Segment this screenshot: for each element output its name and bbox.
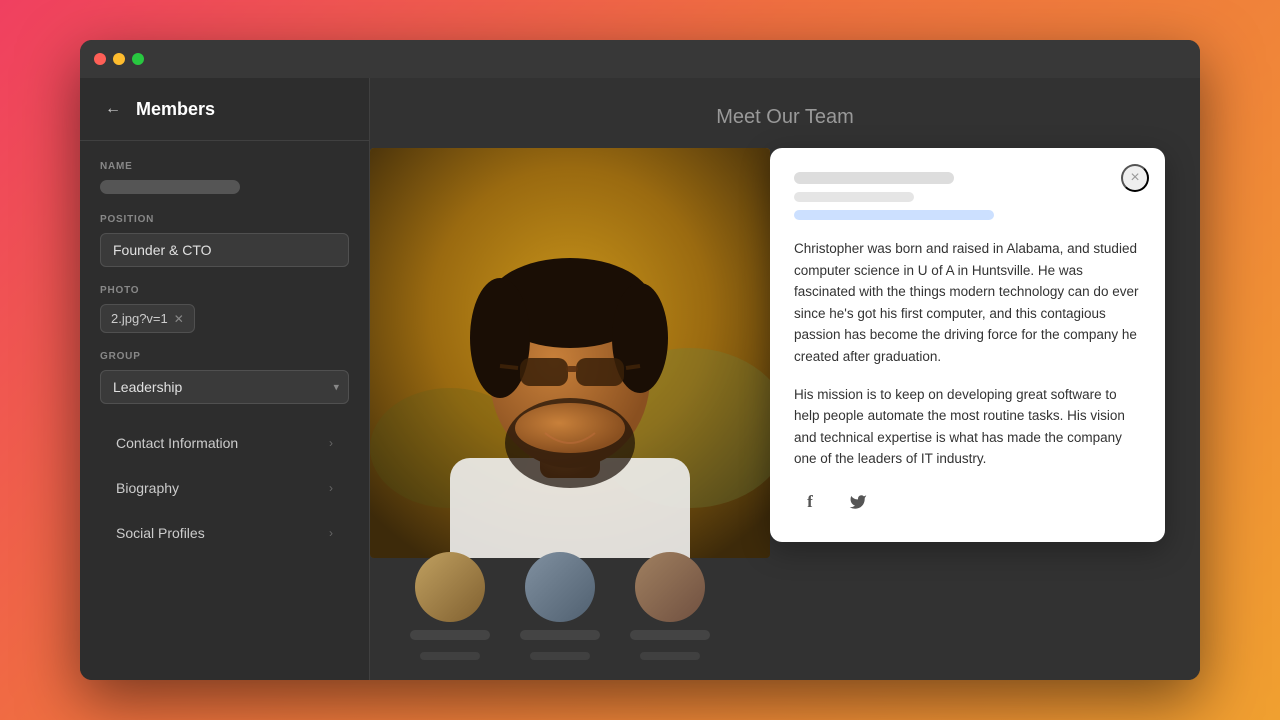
position-label: POSITION	[100, 214, 349, 225]
sidebar-title: Members	[136, 99, 215, 120]
maximize-button[interactable]	[132, 53, 144, 65]
team-member-photo[interactable]	[370, 148, 770, 558]
avatar-2	[525, 552, 595, 622]
avatar-2-name-placeholder	[520, 630, 600, 640]
name-label: NAME	[100, 161, 349, 172]
chevron-right-icon: ›	[329, 436, 333, 450]
position-field-group: POSITION	[100, 214, 349, 267]
chevron-right-icon-3: ›	[329, 526, 333, 540]
photo-remove-button[interactable]: ✕	[174, 312, 184, 326]
group-select[interactable]: Leadership Engineering Design	[100, 370, 349, 404]
team-member-card-1[interactable]	[410, 552, 490, 660]
nav-item-biography-label: Biography	[116, 480, 179, 496]
info-social-links: f	[794, 486, 1141, 518]
chevron-right-icon-2: ›	[329, 481, 333, 495]
main-content: Meet Our Team Leadership	[370, 78, 1200, 680]
nav-item-contact[interactable]: Contact Information ›	[100, 422, 349, 464]
bottom-avatars-row	[410, 552, 710, 660]
photo-input-row: 2.jpg?v=1 ✕	[100, 304, 349, 333]
avatar-2-role-placeholder	[530, 652, 590, 660]
nav-items: Contact Information › Biography › Social…	[100, 422, 349, 554]
twitter-icon[interactable]	[842, 486, 874, 518]
sidebar: ← Members NAME POSITION PHOTO	[80, 78, 370, 680]
sidebar-content: NAME POSITION PHOTO 2.jpg?v=1 ✕	[80, 141, 369, 680]
position-input[interactable]	[100, 233, 349, 267]
photo-filename: 2.jpg?v=1	[111, 311, 168, 326]
nav-item-social[interactable]: Social Profiles ›	[100, 512, 349, 554]
photo-tag: 2.jpg?v=1 ✕	[100, 304, 195, 333]
info-bio-2: His mission is to keep on developing gre…	[794, 384, 1141, 470]
photo-image	[370, 148, 770, 558]
nav-item-biography[interactable]: Biography ›	[100, 467, 349, 509]
photo-field-group: PHOTO 2.jpg?v=1 ✕	[100, 285, 349, 333]
avatar-1	[415, 552, 485, 622]
info-role-placeholder	[794, 192, 914, 202]
titlebar	[80, 40, 1200, 78]
avatar-3	[635, 552, 705, 622]
avatar-3-role-placeholder	[640, 652, 700, 660]
team-member-card-2[interactable]	[520, 552, 600, 660]
group-label: GROUP	[100, 351, 349, 362]
app-body: ← Members NAME POSITION PHOTO	[80, 78, 1200, 680]
minimize-button[interactable]	[113, 53, 125, 65]
avatar-1-role-placeholder	[420, 652, 480, 660]
app-window: ← Members NAME POSITION PHOTO	[80, 40, 1200, 680]
nav-item-contact-label: Contact Information	[116, 435, 238, 451]
group-field-group: GROUP Leadership Engineering Design ▾	[100, 351, 349, 404]
info-card: × Christopher was born and raised in Ala…	[770, 148, 1165, 542]
name-field-group: NAME	[100, 161, 349, 194]
nav-item-social-label: Social Profiles	[116, 525, 205, 541]
sidebar-header: ← Members	[80, 78, 369, 141]
team-member-card-3[interactable]	[630, 552, 710, 660]
close-button[interactable]	[94, 53, 106, 65]
info-card-close-button[interactable]: ×	[1121, 164, 1149, 192]
group-select-wrapper: Leadership Engineering Design ▾	[100, 370, 349, 404]
name-placeholder-bar	[100, 180, 240, 194]
photo-label: PHOTO	[100, 285, 349, 296]
info-name-placeholder	[794, 172, 954, 184]
page-title: Meet Our Team	[370, 78, 1200, 149]
traffic-lights	[94, 53, 144, 65]
back-button[interactable]: ←	[100, 96, 126, 122]
avatar-3-name-placeholder	[630, 630, 710, 640]
facebook-icon[interactable]: f	[794, 486, 826, 518]
info-bio-1: Christopher was born and raised in Alaba…	[794, 238, 1141, 368]
avatar-1-name-placeholder	[410, 630, 490, 640]
info-tag-placeholder	[794, 210, 994, 220]
